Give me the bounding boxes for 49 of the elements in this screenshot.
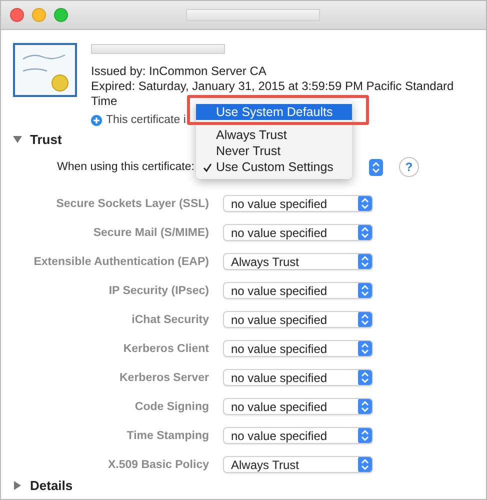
zoom-button[interactable] <box>54 8 68 22</box>
policy-select[interactable]: no value specified <box>223 282 373 299</box>
policy-select[interactable]: no value specified <box>223 340 373 357</box>
menu-item[interactable]: Use System Defaults <box>196 104 352 120</box>
section-label: Trust <box>30 132 62 147</box>
policy-select[interactable]: no value specified <box>223 427 373 444</box>
menu-item[interactable]: Use Custom Settings <box>196 159 352 175</box>
policy-label: X.509 Basic Policy <box>106 458 209 470</box>
help-button[interactable]: ? <box>399 157 419 177</box>
policy-select[interactable]: Always Trust <box>223 253 373 270</box>
policy-label: Kerberos Server <box>118 372 209 384</box>
stepper-icon <box>369 158 383 176</box>
menu-item[interactable]: Always Trust <box>196 127 352 143</box>
field-label: When using this certificate: <box>57 161 196 173</box>
policy-label: Secure Sockets Layer (SSL) <box>55 198 209 210</box>
policy-label: iChat Security <box>130 314 209 326</box>
issuer-text: Issued by: InCommon Server CA <box>91 64 268 79</box>
policy-select[interactable]: no value specified <box>223 195 373 212</box>
policy-label: Kerberos Client <box>122 342 209 354</box>
stepper-icon <box>358 254 372 269</box>
stepper-icon <box>358 428 372 443</box>
stepper-icon <box>358 370 372 385</box>
checkmark-icon <box>203 162 212 172</box>
stepper-icon <box>358 341 372 356</box>
close-button[interactable] <box>10 8 24 22</box>
policy-label: Time Stamping <box>126 430 209 442</box>
policy-label: IP Security (IPsec) <box>108 284 209 296</box>
stepper-icon <box>358 399 372 414</box>
policy-label: Extensible Authentication (EAP) <box>32 256 209 268</box>
policy-select[interactable]: no value specified <box>223 398 373 415</box>
certificate-icon <box>13 43 77 97</box>
policy-select[interactable]: no value specified <box>223 311 373 328</box>
menu-item[interactable]: Never Trust <box>196 143 352 159</box>
stepper-icon <box>358 225 372 240</box>
certificate-note: This certificate i <box>106 113 186 128</box>
policy-select[interactable]: Always Trust <box>223 456 373 473</box>
stepper-icon <box>358 312 372 327</box>
info-plus-icon[interactable] <box>91 115 102 126</box>
disclosure-triangle-icon[interactable] <box>13 135 22 144</box>
stepper-icon <box>358 196 372 211</box>
policy-label: Secure Mail (S/MIME) <box>92 226 209 238</box>
disclosure-triangle-icon[interactable] <box>13 481 22 490</box>
minimize-button[interactable] <box>32 8 46 22</box>
stepper-icon <box>358 283 372 298</box>
policy-label: Code Signing <box>134 400 209 412</box>
policy-select[interactable]: no value specified <box>223 224 373 241</box>
stepper-icon <box>358 457 372 472</box>
policy-select[interactable]: no value specified <box>223 369 373 386</box>
section-label: Details <box>30 478 73 493</box>
